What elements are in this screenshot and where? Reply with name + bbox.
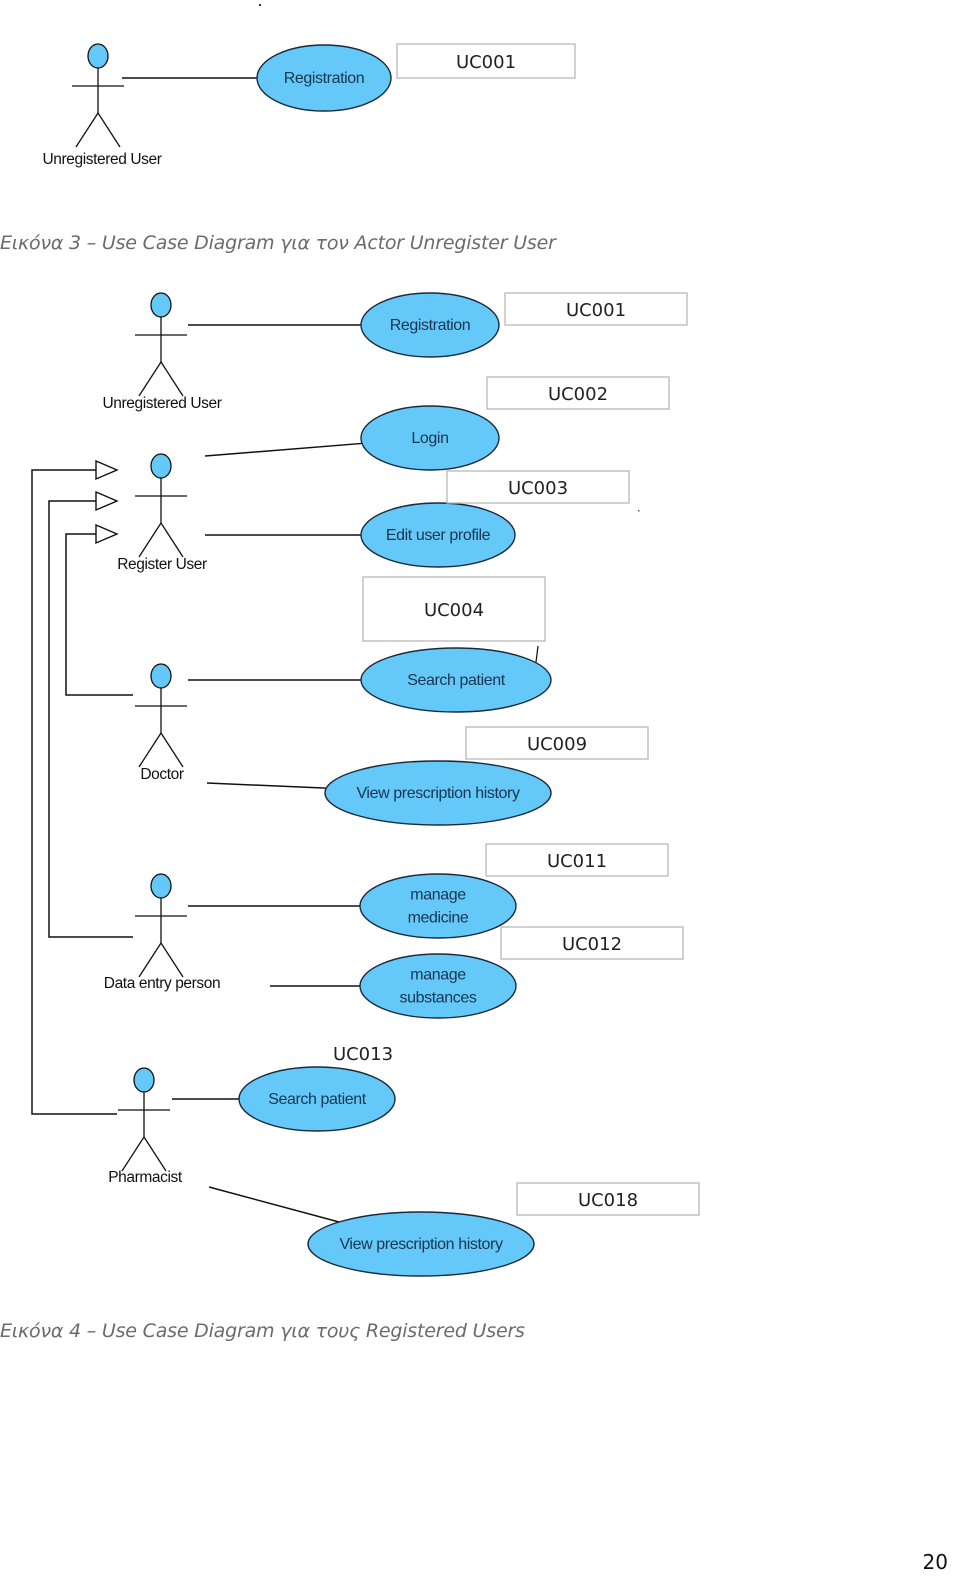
use-case-ellipse: [359, 953, 517, 1019]
actor-right-leg: [160, 732, 184, 768]
actor-label: Pharmacist: [108, 1169, 183, 1186]
use-case-id: UC009: [527, 734, 587, 755]
use-case-label: View prescription history: [356, 785, 520, 802]
actor-right-leg: [143, 1136, 167, 1172]
actor-head-icon: [150, 873, 172, 899]
generalization-pharmacist: [31, 459, 119, 1115]
use-case-id: UC002: [548, 384, 608, 405]
use-case-label: manage: [410, 887, 466, 904]
actor-left-leg: [138, 361, 162, 397]
actor-right-leg: [97, 112, 121, 148]
actor-left-leg: [138, 522, 162, 558]
use-case-login: Login UC002: [360, 376, 670, 471]
actor-register-user: Register User: [117, 453, 207, 573]
actor-right-leg: [160, 942, 184, 978]
uc004-connector-mark: [535, 645, 539, 663]
use-case-manage-substances: manage substances UC012: [359, 926, 684, 1019]
use-case-manage-medicine: manage medicine UC011: [359, 843, 669, 939]
actor-left-leg: [75, 112, 99, 148]
actor-right-leg: [160, 361, 184, 397]
figure4-caption: Εικόνα 4 – Use Case Diagram για τους Reg…: [0, 1320, 525, 1342]
association-line: [206, 782, 327, 789]
use-case-id: UC003: [508, 478, 568, 499]
use-case-label: manage: [410, 967, 466, 984]
actor-head-icon: [150, 292, 172, 318]
use-case-id: UC013: [333, 1044, 393, 1065]
use-case-pharmacist-search-patient: Search patient UC013: [238, 1044, 396, 1132]
actor-head-icon: [133, 1067, 155, 1093]
use-case-edit-user-profile: Edit user profile UC003: [360, 470, 630, 568]
use-case-label: medicine: [408, 910, 469, 927]
use-case-label: View prescription history: [339, 1236, 503, 1253]
actor-left-leg: [138, 732, 162, 768]
actor-unregistered-user: Unregistered User: [103, 292, 222, 412]
use-case-label: Search patient: [407, 672, 506, 689]
use-case-id: UC011: [547, 851, 607, 872]
generalization-arrowhead-icon: [95, 459, 119, 481]
use-case-label: substances: [400, 990, 477, 1007]
use-case-label: Login: [411, 430, 448, 447]
use-case-label: Search patient: [268, 1091, 367, 1108]
actor-label: Unregistered User: [43, 151, 162, 168]
use-case-id: UC001: [456, 52, 516, 73]
use-case-registration: Registration UC001: [360, 292, 688, 358]
generalization-arrowhead-icon: [95, 490, 119, 512]
use-case-doctor-search-patient: Search patient UC004: [360, 576, 552, 713]
use-case-pharmacist-view-prescription-history: View prescription history UC018: [307, 1182, 700, 1277]
use-case-label: Registration: [284, 70, 365, 87]
actor-right-leg: [160, 522, 184, 558]
actor-doctor: Doctor: [135, 663, 187, 783]
use-case-label: Registration: [390, 317, 471, 334]
actor-label: Unregistered User: [103, 395, 222, 412]
actor-head-icon: [87, 43, 109, 69]
association-line: [204, 442, 363, 457]
figure3-caption: Εικόνα 3 – Use Case Diagram για τον Acto…: [0, 232, 556, 254]
actor-unregistered-user: Unregistered User: [43, 43, 162, 168]
page-number: 20: [922, 1550, 948, 1574]
use-case-label: Edit user profile: [386, 527, 491, 544]
stray-dot: [638, 510, 640, 512]
generalization-doctor: [65, 523, 133, 696]
actor-data-entry-person: Data entry person: [104, 873, 221, 992]
use-case-registration: Registration UC001: [256, 43, 576, 112]
actor-head-icon: [150, 663, 172, 689]
actor-label: Register User: [117, 556, 207, 573]
actor-label: Data entry person: [104, 975, 220, 992]
use-case-id: UC004: [424, 600, 484, 621]
actor-left-leg: [138, 942, 162, 978]
actor-head-icon: [150, 453, 172, 479]
use-case-id: UC001: [566, 300, 626, 321]
actor-left-leg: [121, 1136, 145, 1172]
use-case-id: UC018: [578, 1190, 638, 1211]
generalization-arrowhead-icon: [95, 523, 119, 545]
use-case-ellipse: [359, 873, 517, 939]
association-line: [208, 1186, 340, 1223]
actor-label: Doctor: [140, 766, 183, 783]
use-case-id: UC012: [562, 934, 622, 955]
use-case-doctor-view-prescription-history: View prescription history UC009: [324, 726, 649, 826]
generalization-line: [31, 469, 117, 1115]
actor-pharmacist: Pharmacist: [108, 1067, 183, 1186]
